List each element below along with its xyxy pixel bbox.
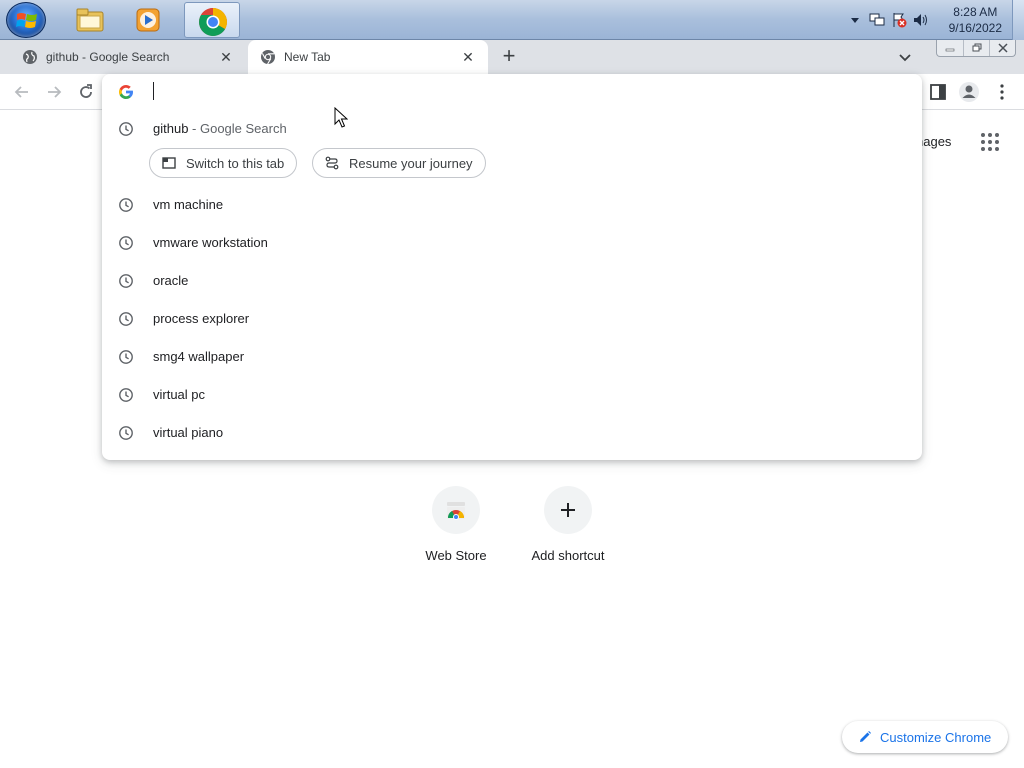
- suggestion-row[interactable]: vmware workstation: [102, 224, 922, 262]
- pencil-icon: [860, 731, 871, 742]
- chip-label: Switch to this tab: [186, 155, 285, 171]
- shortcut-add[interactable]: Add shortcut: [512, 486, 624, 563]
- taskbar-media-player-button[interactable]: [120, 2, 176, 38]
- suggestion-row[interactable]: virtual pc: [102, 376, 922, 414]
- tab-search-chevron-down-icon[interactable]: [896, 48, 914, 66]
- side-panel-icon[interactable]: [928, 82, 948, 102]
- suggestion-row[interactable]: github - Google Search: [102, 110, 922, 148]
- omnibox-dropdown: github - Google Search Switch to this ta…: [102, 74, 922, 460]
- suggestion-row[interactable]: process explorer: [102, 300, 922, 338]
- shortcut-label: Add shortcut: [531, 548, 605, 563]
- suggestion-text: vm machine: [153, 197, 224, 212]
- suggestion-text: github - Google Search: [153, 121, 287, 136]
- suggestion-text: virtual piano: [153, 425, 224, 440]
- history-clock-icon: [119, 198, 133, 212]
- shortcut-tile: [432, 486, 480, 534]
- chrome-icon: [199, 8, 227, 36]
- history-clock-icon: [119, 426, 133, 440]
- history-clock-icon: [119, 236, 133, 250]
- mouse-pointer-icon: [334, 107, 348, 128]
- customize-chrome-button[interactable]: Customize Chrome: [842, 721, 1008, 753]
- globe-icon: [23, 50, 37, 64]
- forward-icon[interactable]: [44, 82, 64, 102]
- suggestion-row[interactable]: smg4 wallpaper: [102, 338, 922, 376]
- web-store-icon: [447, 502, 465, 520]
- suggestion-text: process explorer: [153, 311, 250, 326]
- tab-title: New Tab: [284, 50, 331, 64]
- history-clock-icon: [119, 350, 133, 364]
- close-tab-icon[interactable]: ✕: [460, 49, 476, 65]
- close-tab-icon[interactable]: ✕: [218, 49, 234, 65]
- taskbar-chrome-button[interactable]: [184, 2, 240, 38]
- chip-label: Resume your journey: [349, 155, 473, 171]
- back-icon[interactable]: [12, 82, 32, 102]
- suggestion-text: oracle: [153, 273, 189, 288]
- profile-icon[interactable]: [958, 81, 980, 103]
- clock-date: 9/16/2022: [948, 21, 1002, 35]
- history-clock-icon: [119, 122, 133, 136]
- reload-icon[interactable]: [76, 82, 96, 102]
- history-clock-icon: [119, 274, 133, 288]
- system-tray: 8:28 AM 9/16/2022: [824, 0, 1024, 40]
- minimize-icon: [945, 48, 955, 52]
- close-window-button[interactable]: [989, 40, 1015, 56]
- history-clock-icon: [119, 388, 133, 402]
- restore-button[interactable]: [963, 40, 989, 56]
- minimize-button[interactable]: [937, 40, 963, 56]
- volume-icon[interactable]: [912, 11, 930, 29]
- close-icon: [997, 43, 1008, 53]
- media-player-icon: [136, 8, 160, 32]
- suggestion-row[interactable]: oracle: [102, 262, 922, 300]
- windows-taskbar: 8:28 AM 9/16/2022: [0, 0, 1024, 40]
- tab-title: github - Google Search: [46, 50, 170, 64]
- new-tab-plus-icon[interactable]: +: [498, 45, 520, 68]
- google-apps-grid-icon[interactable]: [980, 132, 1000, 152]
- text-caret: [153, 82, 154, 100]
- clock-time: 8:28 AM: [953, 5, 998, 19]
- switch-tab-icon: [162, 157, 176, 169]
- taskbar-explorer-button[interactable]: [62, 2, 118, 38]
- suggestion-row[interactable]: vm machine: [102, 186, 922, 224]
- customize-label: Customize Chrome: [880, 729, 992, 745]
- suggestion-query: github: [153, 121, 189, 136]
- shortcut-label: Web Store: [425, 548, 487, 563]
- switch-to-tab-button[interactable]: Switch to this tab: [149, 148, 298, 178]
- suggestion-text: virtual pc: [153, 387, 206, 402]
- history-clock-icon: [119, 312, 133, 326]
- start-button[interactable]: [6, 2, 46, 38]
- tab-github-search[interactable]: github - Google Search ✕: [10, 40, 246, 74]
- journey-icon: [325, 156, 339, 170]
- taskbar-clock[interactable]: 8:28 AM 9/16/2022: [949, 4, 1002, 36]
- folder-icon: [76, 8, 104, 32]
- resume-journey-button[interactable]: Resume your journey: [312, 148, 486, 178]
- shortcut-web-store[interactable]: Web Store: [400, 486, 512, 563]
- network-icon[interactable]: [868, 11, 886, 29]
- suggestion-text: vmware workstation: [153, 235, 268, 250]
- suggestion-subtitle: - Google Search: [188, 121, 287, 136]
- windows-logo-icon: [16, 13, 37, 28]
- menu-icon[interactable]: [992, 82, 1012, 102]
- tab-new-tab[interactable]: New Tab ✕: [248, 40, 488, 74]
- shortcut-tile: [544, 486, 592, 534]
- google-g-icon: [119, 85, 133, 99]
- suggestion-text: smg4 wallpaper: [153, 349, 245, 364]
- window-controls: [936, 40, 1016, 57]
- chrome-icon: [261, 50, 275, 65]
- show-desktop-button[interactable]: [1012, 0, 1024, 40]
- omnibox-input-row: [102, 74, 922, 110]
- suggestion-row[interactable]: virtual piano: [102, 414, 922, 452]
- restore-icon: [972, 43, 981, 52]
- show-hidden-icons-arrow-icon[interactable]: [846, 11, 864, 29]
- omnibox-input[interactable]: [152, 80, 892, 104]
- action-center-flag-icon[interactable]: [890, 11, 908, 29]
- plus-icon: [561, 503, 575, 517]
